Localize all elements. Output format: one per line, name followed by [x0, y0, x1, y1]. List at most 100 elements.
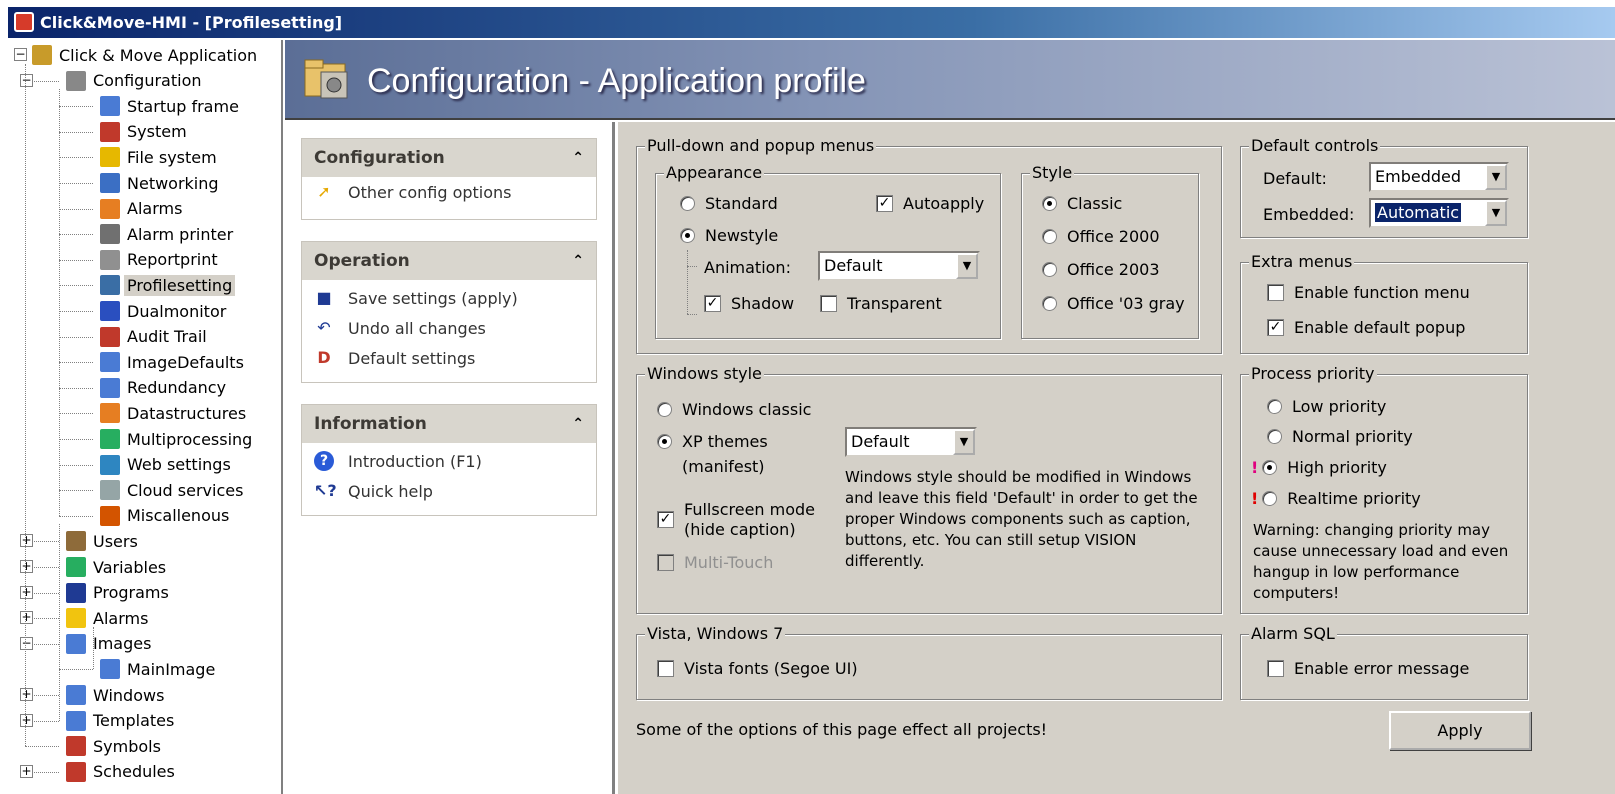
project-tree[interactable]: − Click & Move Application − Configuration S…: [8, 40, 283, 794]
tree-item[interactable]: Symbols: [66, 733, 161, 759]
style-classic-radio[interactable]: Classic: [1042, 194, 1122, 213]
save-settings-link[interactable]: ■ Save settings (apply): [302, 283, 596, 313]
tree-item[interactable]: Multiprocessing: [100, 426, 252, 452]
tree-item[interactable]: ImageDefaults: [100, 349, 244, 375]
chevron-down-icon[interactable]: ▼: [953, 429, 975, 455]
tree-item[interactable]: Datastructures: [100, 400, 246, 426]
expand-toggle-icon[interactable]: +: [20, 611, 33, 625]
tree-item[interactable]: Click & Move Application: [32, 42, 257, 68]
error-message-checkbox[interactable]: Enable error message: [1267, 659, 1469, 678]
low-priority-radio[interactable]: Low priority: [1267, 397, 1386, 416]
newstyle-radio[interactable]: Newstyle: [680, 226, 778, 245]
tree-item[interactable]: System: [100, 119, 187, 145]
collapse-icon[interactable]: ⌃: [572, 150, 584, 166]
windows-classic-radio[interactable]: Windows classic: [657, 400, 811, 419]
style-office03gray-radio-circle[interactable]: [1042, 296, 1057, 311]
newstyle-radio-circle[interactable]: [680, 228, 695, 243]
style-office2000-radio[interactable]: Office 2000: [1042, 227, 1160, 246]
high-priority-radio-circle[interactable]: [1262, 460, 1278, 475]
style-office2000-radio-circle[interactable]: [1042, 229, 1057, 244]
chevron-down-icon[interactable]: ▼: [956, 253, 978, 279]
tree-item[interactable]: Users: [66, 528, 138, 554]
information-panel-header[interactable]: Information ⌃: [302, 405, 596, 443]
standard-radio-circle[interactable]: [680, 196, 695, 211]
autoapply-check[interactable]: ✓: [876, 195, 893, 212]
fullscreen-check[interactable]: ✓: [657, 511, 674, 528]
vista-fonts-check[interactable]: [657, 660, 674, 677]
tree-item[interactable]: Variables: [66, 554, 166, 580]
tree-item[interactable]: Alarms: [66, 605, 148, 631]
transparent-checkbox[interactable]: Transparent: [820, 294, 942, 313]
expand-toggle-icon[interactable]: +: [20, 560, 33, 573]
configuration-panel-header[interactable]: Configuration ⌃: [302, 139, 596, 177]
tree-item[interactable]: File system: [100, 144, 217, 170]
style-office2003-radio[interactable]: Office 2003: [1042, 260, 1160, 279]
collapse-toggle-icon[interactable]: −: [14, 48, 27, 61]
tree-item[interactable]: Redundancy: [100, 375, 226, 401]
normal-priority-radio-circle[interactable]: [1267, 429, 1282, 444]
fullscreen-label-2[interactable]: (hide caption): [684, 520, 796, 539]
operation-panel-header[interactable]: Operation ⌃: [302, 242, 596, 280]
vista-fonts-checkbox[interactable]: Vista fonts (Segoe UI): [657, 659, 858, 678]
expand-toggle-icon[interactable]: +: [20, 585, 33, 599]
quick-help-link[interactable]: ↖? Quick help: [302, 476, 596, 506]
normal-priority-radio[interactable]: Normal priority: [1267, 427, 1413, 446]
tree-item[interactable]: Web settings: [100, 452, 231, 478]
tree-item[interactable]: Images: [66, 631, 151, 657]
tree-item[interactable]: Schedules: [66, 759, 175, 785]
expand-toggle-icon[interactable]: +: [20, 688, 33, 701]
default-popup-check[interactable]: ✓: [1267, 319, 1284, 336]
collapse-icon[interactable]: ⌃: [572, 253, 584, 269]
standard-radio[interactable]: Standard: [680, 194, 778, 213]
high-priority-radio[interactable]: ! High priority: [1251, 458, 1387, 477]
xp-themes-radio[interactable]: XP themes: [657, 432, 768, 451]
error-message-check[interactable]: [1267, 660, 1284, 677]
shadow-checkbox[interactable]: ✓ Shadow: [704, 294, 794, 313]
default-popup-checkbox[interactable]: ✓ Enable default popup: [1267, 318, 1465, 337]
chevron-down-icon[interactable]: ▼: [1485, 164, 1507, 190]
expand-toggle-icon[interactable]: +: [20, 534, 33, 548]
tree-item[interactable]: Windows: [66, 682, 164, 708]
tree-item[interactable]: Profilesetting: [100, 272, 236, 298]
other-config-options-link[interactable]: ➚ Other config options: [302, 177, 596, 207]
tree-item[interactable]: Cloud services: [100, 477, 243, 503]
tree-item[interactable]: Audit Trail: [100, 324, 207, 350]
chevron-down-icon[interactable]: ▼: [1485, 200, 1507, 226]
tree-item[interactable]: Miscallenous: [100, 503, 229, 529]
realtime-priority-radio[interactable]: ! Realtime priority: [1251, 489, 1421, 508]
style-office03gray-radio[interactable]: Office '03 gray: [1042, 294, 1185, 313]
xp-themes-radio-circle[interactable]: [657, 434, 672, 449]
tree-item[interactable]: Alarms: [100, 196, 182, 222]
animation-dropdown[interactable]: Default ▼: [818, 251, 980, 281]
tree-item[interactable]: Programs: [66, 580, 169, 606]
default-settings-link[interactable]: D Default settings: [302, 343, 596, 373]
style-office2003-radio-circle[interactable]: [1042, 262, 1057, 277]
collapse-icon[interactable]: ⌃: [572, 416, 584, 432]
collapse-toggle-icon[interactable]: −: [20, 73, 33, 87]
apply-button[interactable]: Apply: [1389, 711, 1531, 750]
tree-item[interactable]: Templates: [66, 708, 174, 734]
tree-item[interactable]: Configuration: [66, 68, 202, 94]
embedded-dropdown[interactable]: Automatic ▼: [1369, 198, 1509, 228]
default-dropdown[interactable]: Embedded ▼: [1369, 162, 1509, 192]
undo-all-changes-link[interactable]: ↶ Undo all changes: [302, 313, 596, 343]
introduction-link[interactable]: ? Introduction (F1): [302, 446, 596, 476]
windows-classic-radio-circle[interactable]: [657, 402, 672, 417]
low-priority-radio-circle[interactable]: [1267, 399, 1282, 414]
shadow-check[interactable]: ✓: [704, 295, 721, 312]
autoapply-checkbox[interactable]: ✓ Autoapply: [876, 194, 984, 213]
tree-item[interactable]: Reportprint: [100, 247, 218, 273]
transparent-check[interactable]: [820, 295, 837, 312]
tree-item[interactable]: Alarm printer: [100, 221, 233, 247]
tree-item[interactable]: Networking: [100, 170, 219, 196]
tree-item[interactable]: Dualmonitor: [100, 298, 226, 324]
function-menu-check[interactable]: [1267, 284, 1284, 301]
windows-style-dropdown[interactable]: Default ▼: [845, 427, 977, 457]
expand-toggle-icon[interactable]: +: [20, 713, 33, 727]
realtime-priority-radio-circle[interactable]: [1262, 491, 1278, 506]
function-menu-checkbox[interactable]: Enable function menu: [1267, 283, 1470, 302]
collapse-toggle-icon[interactable]: −: [20, 636, 33, 650]
style-classic-radio-circle[interactable]: [1042, 196, 1057, 211]
tree-item[interactable]: Startup frame: [100, 93, 239, 119]
fullscreen-label-1[interactable]: Fullscreen mode: [684, 500, 815, 519]
